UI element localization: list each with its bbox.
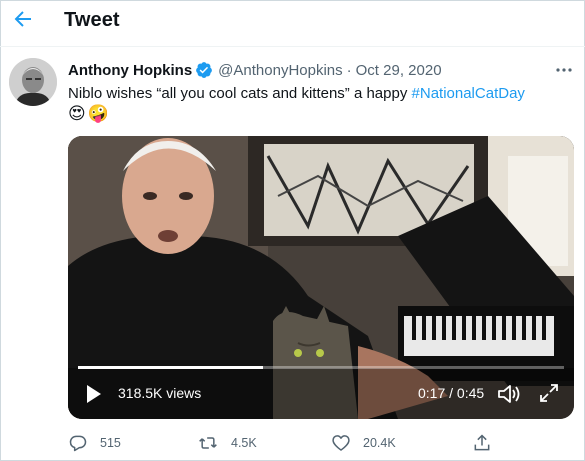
tweet-text: Niblo wishes “all you cool cats and kitt…	[68, 85, 525, 102]
page-header: Tweet	[0, 0, 585, 47]
tweet-meta: Anthony Hopkins @AnthonyHopkins · Oct 29…	[68, 60, 442, 80]
video-time: 0:17 / 0:45	[418, 385, 485, 401]
share-icon	[474, 434, 490, 451]
share-button[interactable]	[472, 431, 504, 455]
avatar[interactable]	[9, 58, 57, 106]
hashtag-link[interactable]: #NationalCatDay	[412, 85, 525, 102]
tweet-text-body: Niblo wishes “all you cool cats and kitt…	[68, 85, 412, 102]
author-handle[interactable]: @AnthonyHopkins	[218, 62, 342, 79]
tweet-emojis: 😍 🤪	[68, 103, 109, 125]
reply-icon	[69, 435, 87, 452]
like-count: 20.4K	[363, 436, 396, 450]
retweet-button[interactable]: 4.5K	[197, 431, 257, 455]
video-progress-fill	[78, 366, 263, 369]
video-player[interactable]: 318.5K views 0:17 / 0:45	[68, 136, 574, 419]
retweet-icon	[199, 437, 217, 449]
video-views: 318.5K views	[118, 385, 202, 401]
heart-eyes-emoji: 😍	[68, 104, 86, 123]
video-controls: 318.5K views 0:17 / 0:45	[68, 366, 574, 419]
author-name[interactable]: Anthony Hopkins	[68, 62, 192, 79]
reply-button[interactable]: 515	[68, 431, 121, 455]
reply-count: 515	[100, 436, 121, 450]
tweet-actions: 515 4.5K 20.4K	[68, 431, 498, 455]
retweet-count: 4.5K	[231, 436, 257, 450]
more-horizontal-icon[interactable]	[553, 61, 575, 79]
page-title: Tweet	[64, 9, 120, 31]
expand-icon[interactable]	[538, 382, 560, 404]
heart-icon	[332, 435, 350, 451]
play-icon[interactable]	[82, 383, 104, 405]
tweet-date[interactable]: Oct 29, 2020	[356, 62, 442, 79]
arrow-left-icon[interactable]	[11, 7, 35, 31]
volume-icon[interactable]	[496, 382, 522, 406]
zany-face-emoji: 🤪	[87, 104, 109, 123]
verified-badge-icon	[195, 61, 213, 79]
meta-separator: ·	[346, 61, 352, 79]
like-button[interactable]: 20.4K	[331, 431, 396, 455]
video-progress-bar[interactable]	[78, 366, 564, 369]
